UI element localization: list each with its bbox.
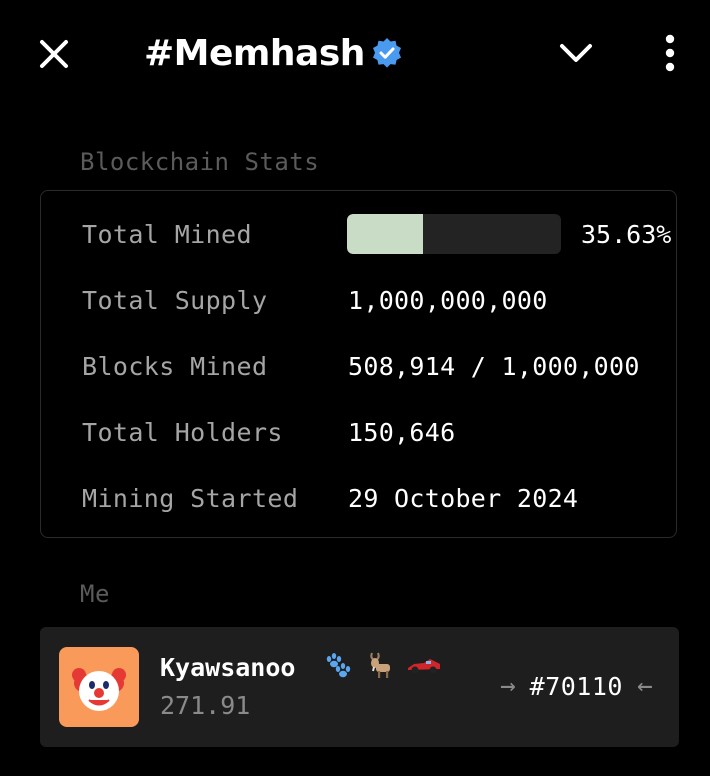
more-vertical-icon bbox=[665, 34, 675, 72]
blocks-mined-value: 508,914 / 1,000,000 bbox=[348, 351, 640, 381]
my-leaderboard-card[interactable]: Kyawsanoo 271.91 → #70110 ← bbox=[40, 627, 679, 747]
paw-prints-icon bbox=[326, 653, 351, 678]
total-holders-label: Total Holders bbox=[82, 417, 283, 447]
verified-badge-icon bbox=[372, 38, 401, 68]
me-section-title: Me bbox=[80, 580, 110, 608]
avatar bbox=[59, 647, 139, 727]
rank-number: #70110 bbox=[529, 671, 623, 701]
collapse-button[interactable] bbox=[552, 28, 600, 76]
total-mined-progress-bar bbox=[347, 214, 561, 254]
mining-started-label: Mining Started bbox=[82, 483, 299, 513]
mining-started-row: Mining Started 29 October 2024 bbox=[41, 476, 678, 520]
top-bar: #Memhash bbox=[0, 0, 710, 108]
username: Kyawsanoo bbox=[160, 653, 296, 682]
blocks-mined-row: Blocks Mined 508,914 / 1,000,000 bbox=[41, 344, 678, 388]
blocks-mined-label: Blocks Mined bbox=[82, 351, 268, 381]
goat-icon bbox=[370, 652, 390, 678]
total-supply-label: Total Supply bbox=[82, 285, 268, 315]
clown-face-icon bbox=[72, 668, 126, 711]
arrow-left-icon: ← bbox=[636, 671, 653, 701]
chevron-down-icon bbox=[560, 44, 592, 62]
more-menu-button[interactable] bbox=[652, 28, 688, 78]
arrow-right-icon: → bbox=[500, 671, 516, 701]
user-rank: → #70110 ← bbox=[500, 671, 653, 701]
total-holders-value: 150,646 bbox=[348, 417, 456, 447]
stats-section-title: Blockchain Stats bbox=[80, 148, 320, 176]
total-mined-progress-fill bbox=[347, 214, 424, 254]
user-badges bbox=[320, 649, 442, 681]
blockchain-stats-card: Total Mined 35.63% Total Supply 1,000,00… bbox=[40, 190, 677, 538]
total-mined-label: Total Mined bbox=[82, 219, 252, 249]
close-button[interactable] bbox=[30, 30, 78, 78]
mining-started-value: 29 October 2024 bbox=[348, 483, 579, 513]
close-icon bbox=[40, 40, 68, 68]
total-holders-row: Total Holders 150,646 bbox=[41, 410, 678, 454]
total-supply-row: Total Supply 1,000,000,000 bbox=[41, 278, 678, 322]
user-balance: 271.91 bbox=[160, 691, 251, 720]
race-car-icon bbox=[408, 659, 440, 674]
total-supply-value: 1,000,000,000 bbox=[348, 285, 548, 315]
page-title: #Memhash bbox=[144, 26, 403, 80]
page-title-text: #Memhash bbox=[144, 32, 365, 74]
total-mined-percent: 35.63% bbox=[581, 219, 672, 249]
total-mined-row: Total Mined 35.63% bbox=[41, 212, 678, 256]
